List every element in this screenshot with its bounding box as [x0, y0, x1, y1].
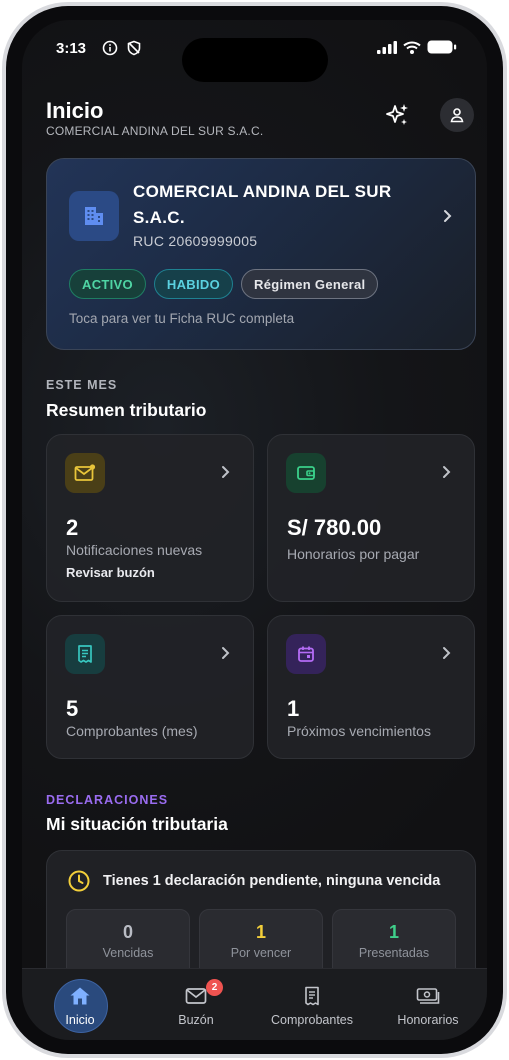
status-badges: ACTIVO HABIDO Régimen General — [69, 269, 379, 299]
status-indicators — [377, 40, 457, 59]
tab-comprobantes[interactable]: Comprobantes — [254, 969, 370, 1040]
calendar-icon — [286, 634, 326, 674]
tab-label: Comprobantes — [271, 1013, 353, 1027]
chevron-right-icon — [442, 646, 452, 665]
inbox-badge: 2 — [206, 979, 223, 996]
page-subtitle: COMERCIAL ANDINA DEL SUR S.A.C. — [46, 124, 264, 138]
page-title: Inicio — [46, 98, 104, 123]
cash-icon — [415, 985, 441, 1007]
tab-label: Inicio — [65, 1013, 95, 1027]
fees-amount: S/ 780.00 — [287, 515, 382, 540]
user-icon[interactable] — [440, 98, 474, 132]
declarations-title: Mi situación tributaria — [46, 814, 228, 834]
deadlines-count: 1 — [287, 696, 300, 721]
wallet-icon — [286, 453, 326, 493]
summary-eyebrow: ESTE MES — [46, 378, 118, 392]
stat-label: Vencidas — [102, 946, 154, 960]
receipt-icon — [65, 634, 105, 674]
bottom-tab-bar: Inicio 2 Buzón Comprobantes Honorarios — [22, 968, 487, 1040]
stat-label: Por vencer — [230, 946, 292, 960]
declarations-eyebrow: DECLARACIONES — [46, 793, 169, 807]
battery-icon — [427, 40, 457, 59]
phone-frame: 3:13 Inicio COMERCIAL ANDINA DEL SUR S.A… — [2, 2, 507, 1058]
status-badge-regimen: Régimen General — [241, 269, 379, 299]
fees-card[interactable]: S/ 780.00 Honorarios por pagar — [267, 434, 475, 602]
notifications-label: Notificaciones nuevas — [66, 542, 203, 558]
home-icon — [67, 985, 93, 1007]
tab-buzon[interactable]: 2 Buzón — [138, 969, 254, 1040]
tab-inicio[interactable]: Inicio — [22, 969, 138, 1040]
info-icon — [102, 40, 118, 56]
fees-label: Honorarios por pagar — [287, 546, 420, 562]
shield-off-icon — [126, 40, 142, 56]
clock-icon — [67, 869, 91, 898]
company-ruc: RUC 20609999005 — [133, 233, 258, 249]
wifi-icon — [403, 41, 421, 59]
sparkles-icon[interactable] — [380, 98, 414, 132]
building-icon — [69, 191, 119, 241]
receipts-count: 5 — [66, 696, 79, 721]
chevron-right-icon — [221, 646, 231, 665]
mail-icon — [65, 453, 105, 493]
receipt-icon — [299, 985, 325, 1007]
cellular-signal-icon — [377, 40, 397, 59]
app-screen: 3:13 Inicio COMERCIAL ANDINA DEL SUR S.A… — [22, 20, 487, 1040]
company-card-hint: Toca para ver tu Ficha RUC completa — [69, 311, 295, 326]
status-bar: 3:13 — [22, 20, 487, 82]
receipts-label: Comprobantes (mes) — [66, 723, 198, 739]
deadlines-card[interactable]: 1 Próximos vencimientos — [267, 615, 475, 759]
notifications-count: 2 — [66, 515, 79, 540]
stat-value: 0 — [122, 922, 133, 942]
chevron-right-icon — [443, 209, 453, 228]
tax-status-message: Tienes 1 declaración pendiente, ninguna … — [103, 873, 441, 889]
stat-value: 1 — [388, 922, 399, 942]
summary-title: Resumen tributario — [46, 400, 207, 420]
chevron-right-icon — [442, 465, 452, 484]
dynamic-island — [182, 38, 328, 82]
tab-honorarios[interactable]: Honorarios — [370, 969, 486, 1040]
status-badge-activo: ACTIVO — [69, 269, 146, 299]
review-inbox-link[interactable]: Revisar buzón — [66, 565, 155, 580]
phone-bezel: 3:13 Inicio COMERCIAL ANDINA DEL SUR S.A… — [6, 6, 503, 1054]
tab-label: Honorarios — [397, 1013, 459, 1027]
deadlines-label: Próximos vencimientos — [287, 723, 431, 739]
notifications-card[interactable]: 2 Notificaciones nuevas Revisar buzón — [46, 434, 254, 602]
receipts-card[interactable]: 5 Comprobantes (mes) — [46, 615, 254, 759]
company-card[interactable]: COMERCIAL ANDINA DEL SUR S.A.C. RUC 2060… — [46, 158, 476, 350]
company-name: COMERCIAL ANDINA DEL SUR S.A.C. — [133, 182, 392, 227]
status-time: 3:13 — [56, 40, 87, 57]
stat-value: 1 — [255, 922, 266, 942]
tab-label: Buzón — [178, 1013, 214, 1027]
stat-label: Presentadas — [358, 946, 430, 960]
status-badge-habido: HABIDO — [153, 269, 233, 299]
chevron-right-icon — [221, 465, 231, 484]
